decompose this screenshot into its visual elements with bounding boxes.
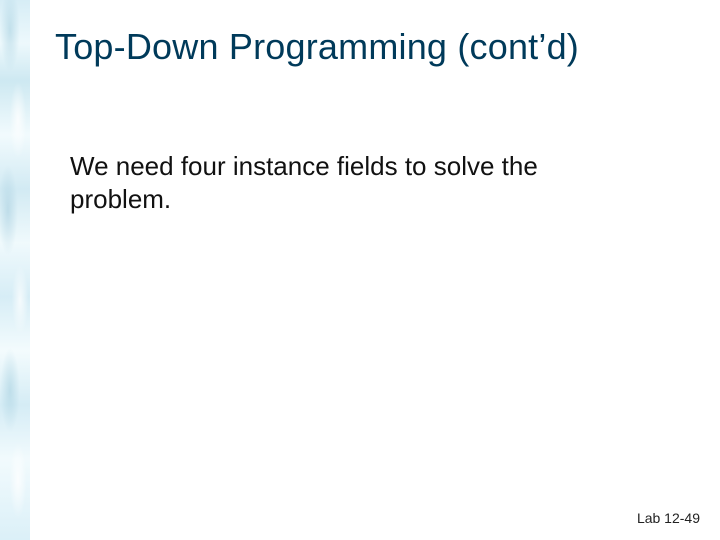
slide-body-text: We need four instance fields to solve th…: [70, 150, 630, 215]
slide-footer-label: Lab 12-49: [637, 510, 700, 526]
slide-title: Top-Down Programming (cont’d): [55, 26, 579, 68]
slide-container: Top-Down Programming (cont’d) We need fo…: [0, 0, 720, 540]
